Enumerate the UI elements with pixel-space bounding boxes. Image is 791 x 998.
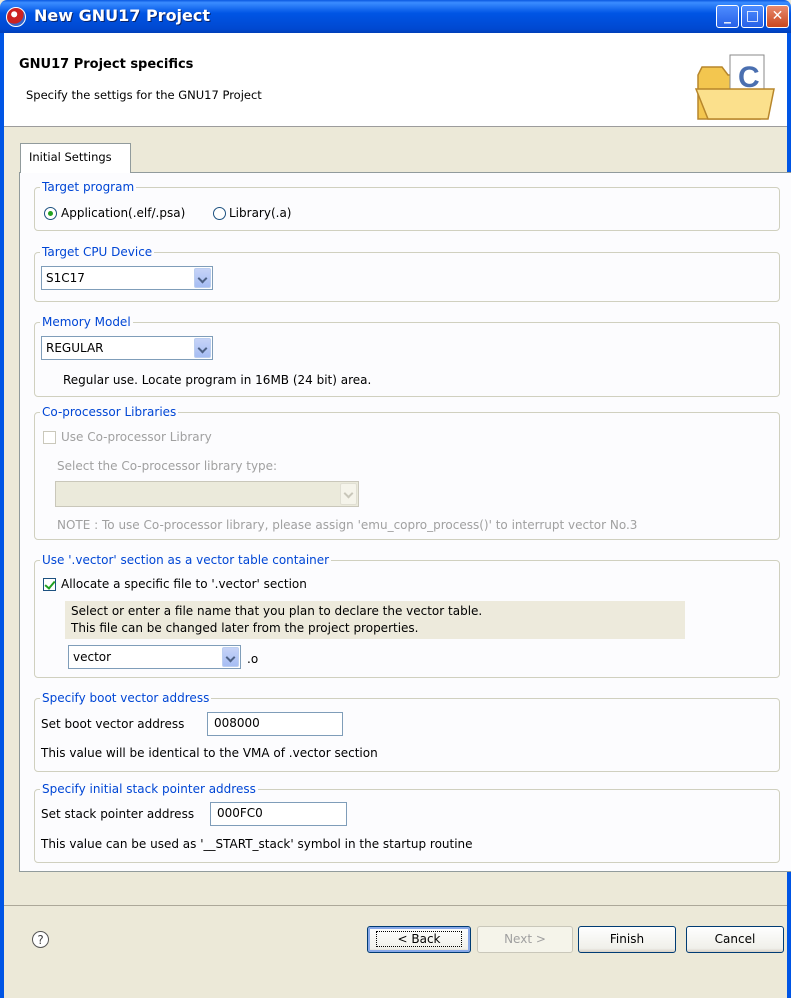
- boot-vector-input[interactable]: 008000: [207, 712, 343, 736]
- stack-pointer-note: This value can be used as '__START_stack…: [41, 837, 473, 851]
- vector-hint-line2: This file can be changed later from the …: [71, 621, 419, 635]
- vector-file-checkbox[interactable]: [43, 578, 56, 591]
- wizard-title: GNU17 Project specifics: [19, 57, 194, 72]
- vector-file-checkbox-label[interactable]: Allocate a specific file to '.vector' se…: [61, 577, 307, 591]
- memory-model-title: Memory Model: [40, 315, 133, 329]
- radio-library-label[interactable]: Library(.a): [229, 206, 292, 220]
- target-program-title: Target program: [40, 180, 137, 194]
- vector-file-value: vector: [73, 650, 112, 664]
- window-frame-left: [0, 33, 4, 998]
- vector-hint-line1: Select or enter a file name that you pla…: [71, 604, 483, 618]
- vector-file-suffix: .o: [247, 652, 259, 666]
- maximize-button[interactable]: □: [741, 5, 764, 28]
- window-title: New GNU17 Project: [34, 6, 211, 25]
- memory-model-description: Regular use. Locate program in 16MB (24 …: [63, 373, 372, 387]
- minimize-button[interactable]: _: [716, 5, 739, 28]
- target-cpu-value: S1C17: [46, 271, 85, 285]
- memory-model-select[interactable]: REGULAR: [41, 336, 213, 360]
- wizard-description: Specify the settigs for the GNU17 Projec…: [26, 88, 262, 102]
- wizard-header: GNU17 Project specifics Specify the sett…: [4, 33, 787, 127]
- coprocessor-title: Co-processor Libraries: [40, 405, 179, 419]
- folder-c-icon: C: [694, 54, 775, 120]
- back-button[interactable]: < Back: [367, 926, 471, 953]
- coprocessor-type-select[interactable]: [55, 481, 359, 507]
- tab-initial-settings[interactable]: Initial Settings: [20, 143, 131, 173]
- help-icon[interactable]: ?: [32, 931, 49, 948]
- stack-pointer-title: Specify initial stack pointer address: [40, 782, 258, 796]
- memory-model-value: REGULAR: [46, 341, 104, 355]
- boot-vector-group: [34, 698, 780, 772]
- boot-vector-title: Specify boot vector address: [40, 691, 212, 705]
- vector-file-select[interactable]: vector: [68, 645, 241, 669]
- radio-selected-dot: [48, 211, 53, 216]
- vector-section-title: Use '.vector' section as a vector table …: [40, 553, 332, 567]
- boot-vector-label: Set boot vector address: [41, 717, 185, 731]
- chevron-down-icon[interactable]: [194, 338, 211, 358]
- chevron-down-icon[interactable]: [194, 268, 211, 288]
- radio-library[interactable]: [213, 207, 226, 220]
- target-cpu-select[interactable]: S1C17: [41, 266, 213, 290]
- back-button-label: < Back: [376, 931, 462, 947]
- coprocessor-note: NOTE : To use Co-processor library, plea…: [57, 518, 638, 532]
- next-button[interactable]: Next >: [477, 926, 573, 953]
- chevron-down-icon[interactable]: [222, 647, 239, 667]
- coprocessor-checkbox-label[interactable]: Use Co-processor Library: [61, 430, 212, 444]
- cancel-button[interactable]: Cancel: [686, 926, 784, 953]
- stack-pointer-label: Set stack pointer address: [41, 807, 195, 821]
- boot-vector-note: This value will be identical to the VMA …: [41, 746, 378, 760]
- radio-application[interactable]: [44, 207, 57, 220]
- chevron-down-icon[interactable]: [340, 483, 357, 505]
- footer-separator: [4, 905, 787, 906]
- close-button[interactable]: ✕: [766, 5, 789, 28]
- stack-pointer-input[interactable]: 000FC0: [210, 802, 347, 826]
- coprocessor-type-label: Select the Co-processor library type:: [57, 459, 278, 473]
- stack-pointer-group: [34, 789, 780, 863]
- finish-button[interactable]: Finish: [578, 926, 676, 953]
- radio-application-label[interactable]: Application(.elf/.psa): [61, 206, 185, 220]
- coprocessor-checkbox[interactable]: [43, 431, 56, 444]
- target-cpu-title: Target CPU Device: [40, 245, 155, 259]
- app-icon: [6, 7, 26, 27]
